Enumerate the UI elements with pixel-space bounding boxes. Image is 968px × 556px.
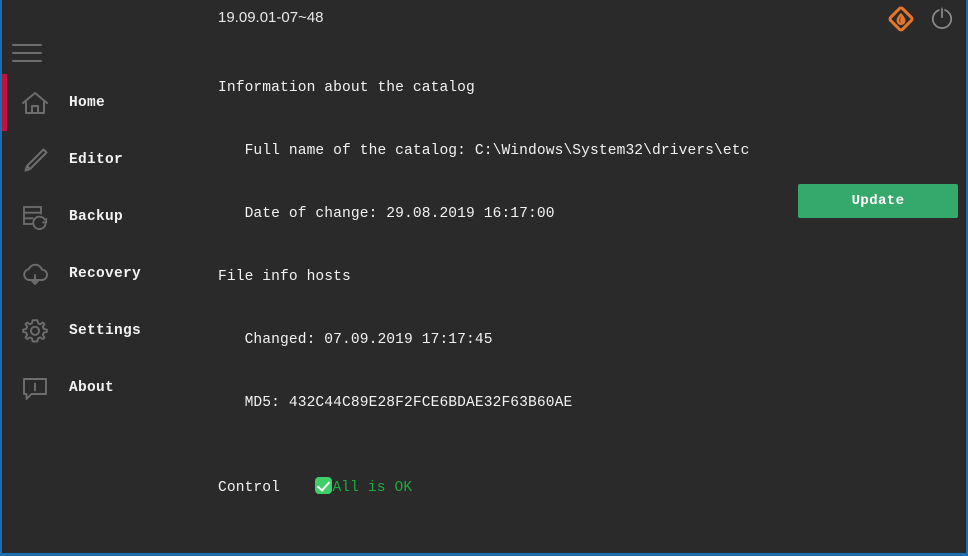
titlebar-actions xyxy=(886,4,958,34)
status-badge: All is OK xyxy=(332,480,413,496)
hamburger-menu-icon[interactable] xyxy=(10,41,44,65)
sidebar-item-label: Backup xyxy=(69,208,124,225)
info-bubble-icon xyxy=(18,371,52,405)
check-ok-icon xyxy=(315,477,333,494)
cloud-download-icon xyxy=(18,257,52,291)
log-line: File info hosts xyxy=(218,269,351,285)
app-version-label: 19.09.01-07~48 xyxy=(218,9,324,26)
sidebar-item-backup[interactable]: Backup xyxy=(2,188,210,245)
pencil-icon xyxy=(18,143,52,177)
active-indicator xyxy=(2,245,7,302)
sidebar-item-recovery[interactable]: Recovery xyxy=(2,245,210,302)
log-line: Information about the catalog xyxy=(218,80,475,96)
log-line: Changed: 07.09.2019 17:17:45 xyxy=(218,332,493,348)
hamburger-line xyxy=(12,52,42,54)
hamburger-line xyxy=(12,60,42,62)
update-button[interactable]: Update xyxy=(798,184,958,218)
sidebar-item-label: Editor xyxy=(69,151,124,168)
active-indicator xyxy=(2,188,7,245)
active-indicator xyxy=(2,131,7,188)
gear-icon xyxy=(18,314,52,348)
sidebar-item-label: Recovery xyxy=(69,265,142,282)
home-icon xyxy=(18,86,52,120)
sidebar-nav: Home Editor Backup Recovery Settings Abo… xyxy=(2,74,210,416)
active-indicator xyxy=(2,359,7,416)
active-indicator xyxy=(2,302,7,359)
log-line: Full name of the catalog: C:\Windows\Sys… xyxy=(218,143,750,159)
sidebar-item-about[interactable]: About xyxy=(2,359,210,416)
sidebar-item-settings[interactable]: Settings xyxy=(2,302,210,359)
app-window: HostsClean 19.09.01-07~48 xyxy=(2,0,966,553)
control-status-line: Control All is OK xyxy=(218,477,958,498)
sidebar-item-label: Home xyxy=(69,94,106,111)
active-indicator xyxy=(2,74,7,131)
control-label: Control xyxy=(218,480,281,496)
log-line: MD5: 432C44C89E28F2FCE6BDAE32F63B60AE xyxy=(218,395,573,411)
flame-diamond-logo-icon[interactable] xyxy=(886,4,916,34)
hamburger-line xyxy=(12,44,42,46)
sidebar: Home Editor Backup Recovery Settings Abo… xyxy=(2,0,210,553)
sidebar-item-label: Settings xyxy=(69,322,142,339)
database-refresh-icon xyxy=(18,200,52,234)
power-icon[interactable] xyxy=(928,4,958,34)
main-content: Information about the catalog Full name … xyxy=(218,36,958,553)
sidebar-item-label: About xyxy=(69,379,115,396)
catalog-info-log: Information about the catalog Full name … xyxy=(218,36,958,553)
sidebar-item-editor[interactable]: Editor xyxy=(2,131,210,188)
sidebar-item-home[interactable]: Home xyxy=(2,74,210,131)
